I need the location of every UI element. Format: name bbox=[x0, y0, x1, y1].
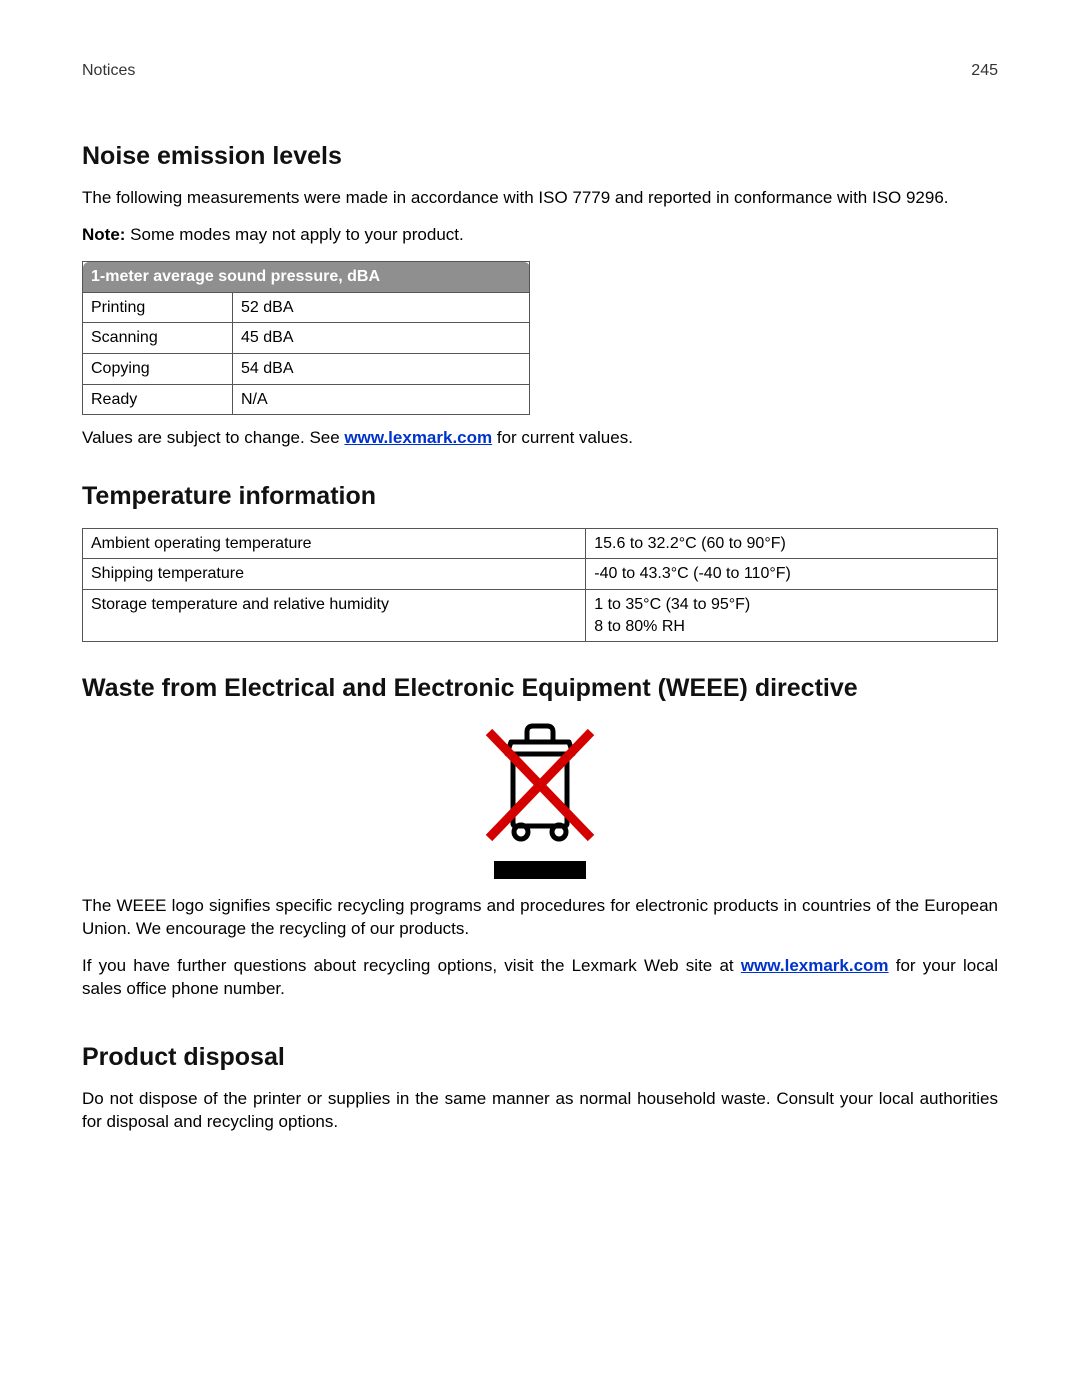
table-row: Scanning45 dBA bbox=[83, 323, 530, 354]
weee-heading: Waste from Electrical and Electronic Equ… bbox=[82, 672, 998, 706]
noise-footer: Values are subject to change. See www.le… bbox=[82, 427, 998, 450]
header-section: Notices bbox=[82, 60, 135, 82]
table-row: Storage temperature and relative humidit… bbox=[83, 590, 998, 642]
noise-note: Note: Some modes may not apply to your p… bbox=[82, 224, 998, 247]
temp-heading: Temperature information bbox=[82, 480, 998, 514]
table-row: ReadyN/A bbox=[83, 384, 530, 415]
weee-para-2: If you have further questions about recy… bbox=[82, 955, 998, 1001]
weee-para-1: The WEEE logo signifies specific recycli… bbox=[82, 895, 998, 941]
temp-table: Ambient operating temperature15.6 to 32.… bbox=[82, 528, 998, 642]
lexmark-link[interactable]: www.lexmark.com bbox=[344, 428, 492, 447]
page-header: Notices 245 bbox=[82, 60, 998, 82]
disposal-para: Do not dispose of the printer or supplie… bbox=[82, 1088, 998, 1134]
note-label: Note: bbox=[82, 225, 125, 244]
weee-crossed-bin-icon bbox=[475, 720, 605, 848]
table-row: Printing52 dBA bbox=[83, 292, 530, 323]
table-row: Shipping temperature-40 to 43.3°C (-40 t… bbox=[83, 559, 998, 590]
lexmark-link[interactable]: www.lexmark.com bbox=[741, 956, 889, 975]
weee-black-bar bbox=[494, 861, 586, 879]
noise-table: 1-meter average sound pressure, dBA Prin… bbox=[82, 261, 530, 415]
disposal-heading: Product disposal bbox=[82, 1041, 998, 1075]
weee-figure bbox=[82, 720, 998, 879]
header-page-number: 245 bbox=[971, 60, 998, 82]
noise-table-header: 1-meter average sound pressure, dBA bbox=[83, 262, 530, 293]
noise-intro: The following measurements were made in … bbox=[82, 187, 998, 210]
noise-heading: Noise emission levels bbox=[82, 140, 998, 174]
table-row: Ambient operating temperature15.6 to 32.… bbox=[83, 528, 998, 559]
table-row: Copying54 dBA bbox=[83, 354, 530, 385]
note-text: Some modes may not apply to your product… bbox=[125, 225, 463, 244]
